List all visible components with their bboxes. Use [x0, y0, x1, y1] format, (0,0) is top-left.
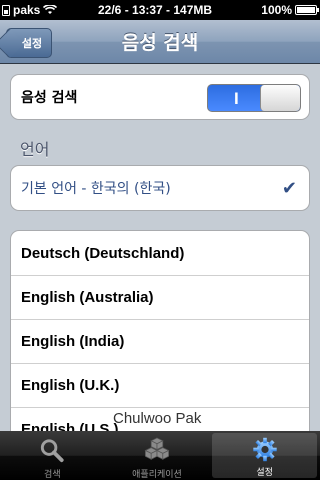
- carrier-name: paks: [13, 3, 41, 17]
- sim-icon: [2, 4, 10, 16]
- status-time: 22/6 - 13:37 - 147MB: [98, 3, 213, 17]
- language-item-label: English (Australia): [21, 289, 154, 306]
- search-icon: [41, 439, 64, 463]
- tab-settings-label: 설정: [256, 468, 273, 478]
- voice-search-label: 음성 검색: [21, 90, 78, 106]
- tab-search[interactable]: 검색: [0, 431, 105, 480]
- gear-icon: [252, 437, 277, 462]
- toggle-on-label: I: [234, 89, 239, 108]
- status-right: 100%: [261, 3, 319, 17]
- language-item-label: Deutsch (Deutschland): [21, 244, 185, 262]
- language-item-de-de[interactable]: Deutsch (Deutschland): [11, 231, 309, 275]
- battery-icon: [295, 5, 319, 15]
- navigation-bar: 설정 음성 검색: [0, 20, 320, 64]
- tab-applications[interactable]: 애플리케이션: [105, 431, 210, 480]
- checkmark-icon: ✔: [281, 178, 297, 199]
- selected-language-cell[interactable]: 기본 언어 - 한국의 (한국) ✔: [11, 166, 309, 210]
- status-left: paks: [2, 3, 58, 17]
- toggle-knob[interactable]: [260, 85, 300, 111]
- selected-language-label: 기본 언어 - 한국의 (한국): [21, 181, 171, 197]
- voice-search-cell: 음성 검색 I: [11, 75, 309, 119]
- tab-search-label: 검색: [44, 470, 61, 480]
- cubes-icon: [144, 437, 170, 460]
- voice-search-group: 음성 검색 I: [10, 74, 310, 120]
- wifi-icon: [43, 5, 58, 14]
- tab-bar: 검색 애플리케이션 설정: [0, 431, 320, 480]
- language-section-header: 언어: [20, 140, 50, 159]
- language-item-label: English (U.K.): [21, 377, 120, 394]
- language-item-en-in[interactable]: English (India): [11, 319, 309, 363]
- voice-search-toggle[interactable]: I: [207, 84, 301, 112]
- battery-level: [297, 7, 315, 13]
- status-bar: paks 22/6 - 13:37 - 147MB 100%: [0, 0, 320, 20]
- tab-applications-label: 애플리케이션: [132, 470, 182, 480]
- language-item-en-uk[interactable]: English (U.K.): [11, 363, 309, 407]
- language-item-en-au[interactable]: English (Australia): [11, 275, 309, 319]
- page-title: 음성 검색: [121, 32, 199, 54]
- selected-language-group: 기본 언어 - 한국의 (한국) ✔: [10, 165, 310, 211]
- watermark-text: Chulwoo Pak: [113, 410, 202, 427]
- tab-settings[interactable]: 설정: [212, 433, 318, 478]
- battery-percent: 100%: [261, 3, 292, 17]
- language-item-label: English (India): [21, 333, 125, 350]
